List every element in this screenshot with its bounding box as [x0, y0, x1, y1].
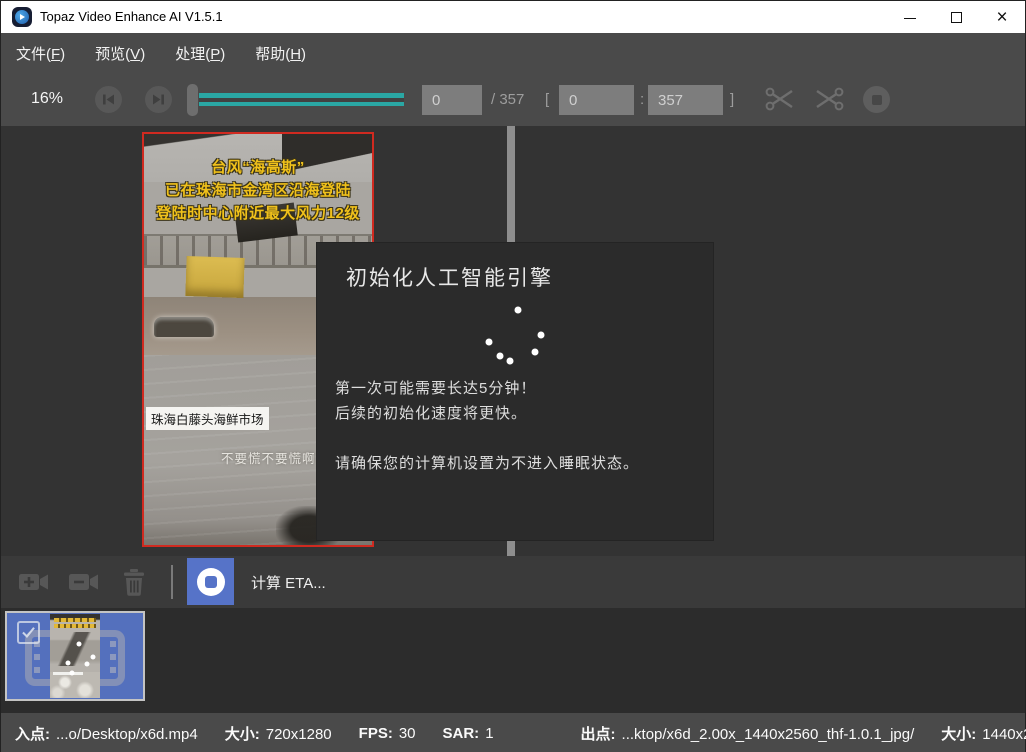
dialog-body-line: 请确保您的计算机设置为不进入睡眠状态。 — [335, 451, 639, 476]
video-list-item-selected[interactable] — [5, 611, 145, 701]
trim-start-input[interactable] — [559, 85, 634, 115]
stop-square-icon — [205, 576, 217, 588]
video-list-strip — [1, 608, 1025, 713]
skip-start-icon — [101, 92, 116, 107]
status-output-size: 大小:1440x2560 — [941, 723, 1026, 744]
video-select-checkbox[interactable] — [17, 621, 40, 644]
window-controls: × — [887, 1, 1025, 33]
scissors-left-icon — [764, 86, 796, 112]
skip-to-start-button[interactable] — [95, 86, 122, 113]
trim-separator: : — [640, 91, 644, 108]
status-bar: 入点:...o/Desktop/x6d.mp4 大小:720x1280 FPS:… — [1, 713, 1025, 752]
playback-toolbar: 16% / 357 [ : ] — [1, 73, 1025, 126]
spinner-dot — [70, 671, 75, 676]
eta-status-text: 计算 ETA... — [251, 572, 326, 593]
trim-end-input[interactable] — [648, 85, 723, 115]
preview-area: 台风“海高斯” 已在珠海市金湾区沿海登陆 登陆时中心附近最大风力12级 珠海白藤… — [1, 126, 1025, 556]
delete-video-button[interactable] — [119, 567, 149, 602]
status-fps: FPS:30 — [359, 725, 416, 742]
play-triangle-icon — [20, 14, 25, 20]
trash-icon — [119, 567, 149, 597]
status-input-file: 入点:...o/Desktop/x6d.mp4 — [15, 723, 198, 744]
menu-preview[interactable]: 预览(V) — [95, 43, 145, 64]
close-icon: × — [996, 8, 1007, 27]
spinner-dot — [486, 339, 493, 346]
headline-line: 已在珠海市金湾区沿海登陆 — [144, 179, 372, 202]
trim-in-button[interactable] — [764, 86, 796, 117]
init-engine-dialog: 初始化人工智能引擎 第一次可能需要长达5分钟！ 后续的初始化速度将更快。 请确保… — [316, 242, 714, 541]
app-window: Topaz Video Enhance AI V1.5.1 × 文件(F) 预览… — [0, 0, 1026, 752]
timeline-slider-handle[interactable] — [187, 84, 198, 116]
video-headline-overlay: 台风“海高斯” 已在珠海市金湾区沿海登陆 登陆时中心附近最大风力12级 — [144, 156, 372, 225]
stop-square-icon — [872, 95, 882, 105]
spinner-dot — [77, 642, 82, 647]
scissors-right-icon — [813, 86, 845, 112]
remove-video-icon — [67, 570, 101, 594]
spinner-dot — [91, 655, 96, 660]
total-frames-label: / 357 — [491, 91, 524, 108]
spinner-dot — [85, 662, 90, 667]
window-title: Topaz Video Enhance AI V1.5.1 — [40, 9, 223, 24]
minimize-icon — [904, 18, 916, 19]
dialog-body: 第一次可能需要长达5分钟！ 后续的初始化速度将更快。 请确保您的计算机设置为不进… — [335, 376, 639, 476]
add-video-icon — [17, 570, 51, 594]
timeline-slider-track[interactable] — [199, 93, 404, 106]
spinner-dot — [538, 332, 545, 339]
maximize-button[interactable] — [933, 1, 979, 33]
menu-file[interactable]: 文件(F) — [16, 43, 65, 64]
stop-preview-button[interactable] — [863, 86, 890, 113]
dialog-body-line: 后续的初始化速度将更快。 — [335, 401, 639, 426]
headline-line: 登陆时中心附近最大风力12级 — [144, 202, 372, 225]
spinner-dot — [66, 661, 71, 666]
dialog-body-line: 第一次可能需要长达5分钟！ — [335, 376, 639, 401]
app-logo-icon — [12, 7, 32, 27]
mini-headline-text — [54, 618, 96, 629]
spinner-dot — [515, 307, 522, 314]
title-bar: Topaz Video Enhance AI V1.5.1 × — [1, 1, 1025, 33]
spinner-dot — [497, 353, 504, 360]
logo-play-circle — [15, 10, 29, 24]
skip-end-icon — [151, 92, 166, 107]
headline-line: 台风“海高斯” — [144, 156, 372, 179]
status-output-file: 出点:...ktop/x6d_2.00x_1440x2560_thf-1.0.1… — [581, 723, 915, 744]
stop-circle — [197, 568, 225, 596]
stop-processing-button[interactable] — [187, 558, 234, 605]
trim-out-button[interactable] — [813, 86, 845, 117]
current-frame-input[interactable] — [422, 85, 482, 115]
minimize-button[interactable] — [887, 1, 933, 33]
spinner-dot — [532, 349, 539, 356]
status-input-size: 大小:720x1280 — [225, 723, 332, 744]
trim-open-bracket: [ — [545, 91, 549, 108]
close-button[interactable]: × — [979, 1, 1025, 33]
remove-video-button[interactable] — [67, 570, 101, 599]
speech-caption: 不要慌不要慌啊 — [221, 448, 316, 467]
dialog-title: 初始化人工智能引擎 — [346, 262, 553, 292]
skip-to-end-button[interactable] — [145, 86, 172, 113]
toolbar-divider — [171, 565, 173, 599]
processing-toolbar: 计算 ETA... — [1, 556, 1025, 608]
menu-bar: 文件(F) 预览(V) 处理(P) 帮助(H) — [1, 33, 1025, 73]
add-video-button[interactable] — [17, 570, 51, 599]
location-caption: 珠海白藤头海鲜市场 — [146, 407, 269, 430]
menu-help[interactable]: 帮助(H) — [255, 43, 306, 64]
trim-close-bracket: ] — [730, 91, 734, 108]
zoom-percent-label: 16% — [31, 90, 63, 108]
spinner-dot — [507, 358, 514, 365]
yellow-billboard — [185, 256, 244, 298]
maximize-icon — [951, 12, 962, 23]
flooded-car — [154, 317, 214, 337]
mini-dark-streak — [50, 632, 100, 666]
checkmark-icon — [19, 623, 38, 642]
menu-process[interactable]: 处理(P) — [175, 43, 225, 64]
mini-foreground — [50, 672, 100, 698]
mini-caption-text — [53, 672, 83, 675]
status-sar: SAR:1 — [443, 725, 494, 742]
